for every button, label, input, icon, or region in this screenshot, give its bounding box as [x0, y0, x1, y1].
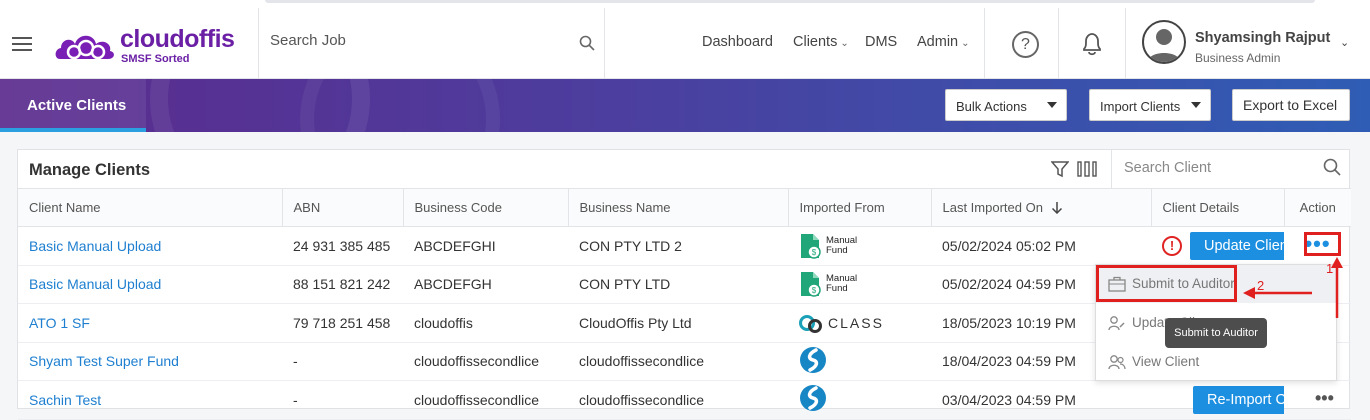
annotation-step-1: 1 — [1326, 261, 1334, 276]
annotation-step-2: 2 — [1257, 278, 1265, 293]
annotation-arrows — [1243, 257, 1343, 318]
